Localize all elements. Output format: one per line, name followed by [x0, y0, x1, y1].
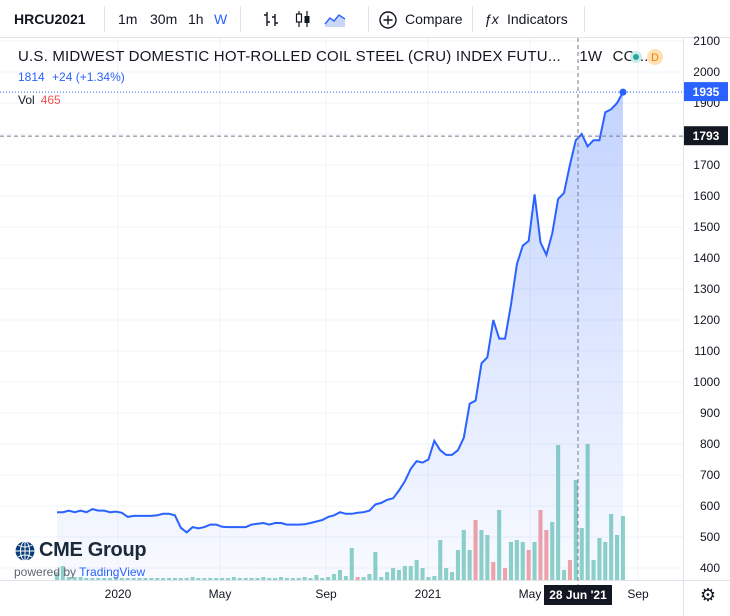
- cme-globe-icon: [15, 540, 35, 561]
- x-tick-label: May: [519, 587, 542, 601]
- legend-title-row: U.S. MIDWEST DOMESTIC HOT-ROLLED COIL ST…: [18, 48, 649, 65]
- last-price-marker: [619, 88, 627, 96]
- y-tick-label: 700: [700, 468, 720, 482]
- x-tick-label: Sep: [627, 587, 649, 601]
- x-tick-label: May: [209, 587, 232, 601]
- brand-name: CME Group: [39, 539, 147, 561]
- x-tick-label: Sep: [315, 587, 337, 601]
- y-tick-label: 1200: [693, 313, 720, 327]
- legend-interval: 1W: [579, 48, 603, 65]
- y-tick-label: 1100: [694, 344, 720, 358]
- y-tick-label: 1600: [693, 189, 720, 203]
- last-price-badge-text: 1935: [693, 85, 720, 99]
- y-tick-label: 1500: [693, 220, 720, 234]
- powered-by[interactable]: powered by TradingView: [14, 565, 146, 579]
- y-tick-label: 400: [700, 561, 720, 575]
- x-tick-label: 2020: [105, 587, 132, 601]
- legend-vol-value: 465: [40, 93, 61, 107]
- legend-price-row: 1814 +24 (+1.34%): [18, 70, 125, 84]
- y-tick-label: 500: [700, 530, 720, 544]
- tradingview-link: TradingView: [79, 565, 146, 579]
- y-tick-label: 1300: [693, 282, 720, 296]
- price-badges: 1935 1793: [684, 82, 728, 146]
- y-tick-label: 2000: [693, 65, 720, 79]
- y-tick-label: 1700: [693, 158, 720, 172]
- y-tick-label: 600: [700, 499, 720, 513]
- market-status[interactable]: D: [628, 48, 666, 66]
- y-tick-label: 1400: [693, 251, 720, 265]
- y-tick-label: 800: [700, 437, 720, 451]
- brand-watermark: CME Group powered by TradingView: [14, 539, 147, 579]
- legend-change: +24 (+1.34%): [52, 70, 125, 84]
- legend-vol-label: Vol: [18, 93, 35, 107]
- y-tick-label: 2100: [693, 34, 720, 48]
- price-chart[interactable]: 400 500 600 700 800 900 1000 1100 1200 1300 1400 15…: [0, 0, 730, 616]
- x-tick-label: 2021: [415, 587, 442, 601]
- crosshair-price-badge-text: 1793: [693, 129, 720, 143]
- crosshair-date-label: 28 Jun '21: [544, 585, 612, 605]
- y-tick-label: 900: [700, 406, 720, 420]
- status-letter: D: [651, 52, 659, 64]
- gear-icon[interactable]: ⚙: [698, 585, 718, 605]
- price-axis: 400 500 600 700 800 900 1000 1100 1200 1300 1400 15…: [693, 34, 720, 575]
- y-tick-label: 1000: [693, 375, 720, 389]
- legend-symbol-title: U.S. MIDWEST DOMESTIC HOT-ROLLED COIL ST…: [18, 48, 561, 65]
- legend-volume-row: Vol 465: [18, 93, 61, 107]
- legend-price: 1814: [18, 70, 45, 84]
